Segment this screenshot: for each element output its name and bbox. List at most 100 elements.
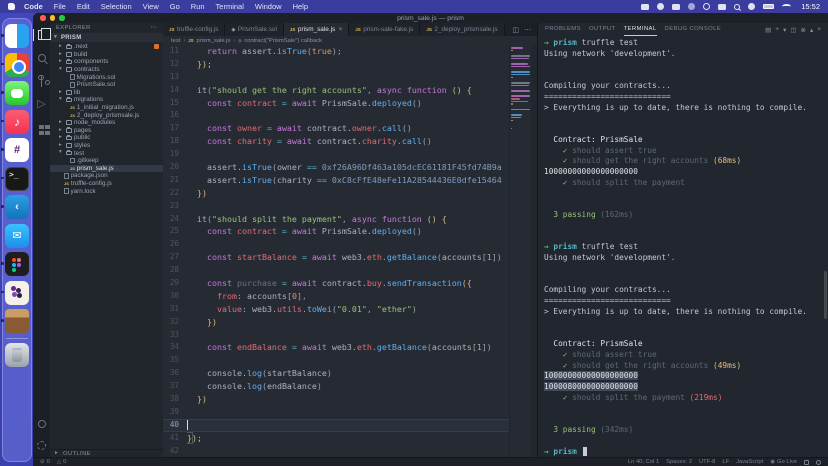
tab-2-deploy-prismsale-js[interactable]: JS2_deploy_prismsale.js xyxy=(420,23,504,36)
terminal-output[interactable]: → prism truffle testUsing network 'devel… xyxy=(538,36,828,457)
menu-item-help[interactable]: Help xyxy=(293,2,308,11)
extensions-icon[interactable] xyxy=(36,121,48,133)
code-line-21[interactable]: 21 assert.isTrue(charity == 0xC8cFfE48eF… xyxy=(163,174,509,187)
dock-item-slack[interactable] xyxy=(5,138,29,162)
code-line-25[interactable]: 25 const contract = await PrismSale.depl… xyxy=(163,225,509,238)
tree-item-package-json[interactable]: package.json xyxy=(50,172,163,180)
dock-item-chrome[interactable] xyxy=(5,53,29,77)
menu-item-run[interactable]: Run xyxy=(191,2,205,11)
editor-scrollbar[interactable] xyxy=(531,45,537,457)
code-line-39[interactable]: 39 xyxy=(163,406,509,419)
tree-item-public[interactable]: ▸public xyxy=(50,134,163,142)
code-line-42[interactable]: 42 xyxy=(163,445,509,457)
outline-section[interactable]: ▸ OUTLINE xyxy=(50,449,163,457)
search-icon[interactable] xyxy=(36,52,48,64)
tree-item-prism-sale-js[interactable]: JSprism_sale.js xyxy=(50,165,163,173)
globe-icon[interactable] xyxy=(657,3,664,10)
menu-item-edit[interactable]: Edit xyxy=(77,2,90,11)
tree-item-migrations[interactable]: ▾migrations xyxy=(50,96,163,104)
code-line-27[interactable]: 27 const startBalance = await web3.eth.g… xyxy=(163,251,509,264)
code-line-22[interactable]: 22 }) xyxy=(163,187,509,200)
tree-item-yarn-lock[interactable]: yarn.lock xyxy=(50,187,163,195)
tree-item-build[interactable]: ▸build xyxy=(50,51,163,59)
moon-icon[interactable] xyxy=(748,3,755,10)
tree-item-styles[interactable]: ▸styles xyxy=(50,142,163,150)
code-line-15[interactable]: 15 const contract = await PrismSale.depl… xyxy=(163,97,509,110)
tab-truffle-config-js[interactable]: JStruffle-config.js xyxy=(163,23,225,36)
chat-icon[interactable] xyxy=(718,4,726,10)
status-ln-40-col-1[interactable]: Ln 40, Col 1 xyxy=(628,459,659,465)
close-tab-icon[interactable]: × xyxy=(339,27,343,33)
code-line-41[interactable]: 41}); xyxy=(163,432,509,445)
status-lf[interactable]: LF xyxy=(722,459,729,465)
dropdown-icon[interactable]: ▾ xyxy=(783,26,786,34)
status-spaces-2[interactable]: Spaces: 2 xyxy=(666,459,692,465)
window-titlebar[interactable]: prism_sale.js — prism xyxy=(33,13,828,23)
tree-item-prismsale-sol[interactable]: PrismSale.sol xyxy=(50,81,163,89)
tree-item-gitkeep[interactable]: .gitkeep xyxy=(50,157,163,165)
breadcrumb-item-test[interactable]: test xyxy=(171,38,180,44)
code-line-29[interactable]: 29 const purchase = await contract.buy.s… xyxy=(163,277,509,290)
apple-icon[interactable] xyxy=(8,3,15,10)
menu-clock[interactable]: 15:52 xyxy=(801,2,820,11)
menu-item-terminal[interactable]: Terminal xyxy=(216,2,244,11)
code-line-17[interactable]: 17 const owner = await contract.owner.ca… xyxy=(163,122,509,135)
code-line-23[interactable]: 23 xyxy=(163,200,509,213)
code-line-38[interactable]: 38 }) xyxy=(163,393,509,406)
split-terminal-icon[interactable]: ◫ xyxy=(790,26,796,34)
breadcrumb-item-prism-sale-js[interactable]: prism_sale.js xyxy=(197,38,231,44)
tree-item-components[interactable]: ▸components xyxy=(50,58,163,66)
menu-item-view[interactable]: View xyxy=(143,2,159,11)
focus-icon[interactable] xyxy=(703,3,710,10)
code-line-40[interactable]: 40 xyxy=(163,419,509,432)
dock-item-figma[interactable] xyxy=(5,252,29,276)
layout-icon[interactable] xyxy=(804,460,809,465)
status-go-live[interactable]: ◉Go Live xyxy=(770,459,797,465)
bell-icon[interactable] xyxy=(816,460,821,465)
keyboard-icon[interactable] xyxy=(672,4,680,10)
terminal-scrollbar[interactable] xyxy=(824,271,827,319)
more-actions-icon[interactable]: ⋯ xyxy=(524,26,531,34)
panel-tab-terminal[interactable]: TERMINAL xyxy=(624,23,657,36)
explorer-icon[interactable] xyxy=(36,29,48,41)
tab-prism-sale-js[interactable]: JSprism_sale.js× xyxy=(284,23,349,36)
close-panel-icon[interactable]: × xyxy=(817,26,821,33)
code-line-20[interactable]: 20 assert.isTrue(owner == 0xf26A96Df463a… xyxy=(163,161,509,174)
more-actions-icon[interactable]: ⋯ xyxy=(151,25,157,31)
tree-item-lib[interactable]: ▸lib xyxy=(50,89,163,97)
dock-item-app[interactable] xyxy=(5,281,29,305)
tree-item-2-deploy-prismsale-js[interactable]: JS2_deploy_prismsale.js xyxy=(50,111,163,119)
code-line-16[interactable]: 16 xyxy=(163,109,509,122)
dock-item-minecraft[interactable] xyxy=(5,309,29,333)
status-warnings[interactable]: △0 xyxy=(57,459,66,465)
menu-item-window[interactable]: Window xyxy=(255,2,282,11)
menu-item-file[interactable]: File xyxy=(54,2,66,11)
menu-item-selection[interactable]: Selection xyxy=(101,2,132,11)
dock-item-vs-code[interactable]: ‹ xyxy=(5,195,29,219)
menu-item-go[interactable]: Go xyxy=(170,2,180,11)
code-line-34[interactable]: 34 const endBalance = await web3.eth.get… xyxy=(163,341,509,354)
dock-item-terminal[interactable]: >_ xyxy=(5,167,29,191)
code-line-37[interactable]: 37 console.log(endBalance) xyxy=(163,380,509,393)
tree-item-node-modules[interactable]: ▸node_modules xyxy=(50,119,163,127)
panel-tab-output[interactable]: OUTPUT xyxy=(589,23,616,36)
tree-item-contracts[interactable]: ▾contracts xyxy=(50,66,163,74)
editor[interactable]: 11 return assert.isTrue(true);12 });1314… xyxy=(163,45,537,457)
tree-item-test[interactable]: ▾test xyxy=(50,149,163,157)
wifi-icon[interactable] xyxy=(782,4,791,9)
split-editor-icon[interactable]: ◫ xyxy=(512,26,519,34)
status-errors[interactable]: ⊘0 xyxy=(40,459,50,465)
panel-tab-problems[interactable]: PROBLEMS xyxy=(545,23,581,36)
code-line-33[interactable]: 33 xyxy=(163,329,509,342)
dock-item-finder[interactable] xyxy=(5,24,29,48)
status-utf-8[interactable]: UTF-8 xyxy=(699,459,715,465)
code-line-31[interactable]: 31 value: web3.utils.toWei("0.01", "ethe… xyxy=(163,303,509,316)
tree-item-migrations-sol[interactable]: Migrations.sol xyxy=(50,73,163,81)
code-line-26[interactable]: 26 xyxy=(163,238,509,251)
account-icon[interactable] xyxy=(36,418,48,430)
project-root-row[interactable]: ▾ PRISM xyxy=(50,33,163,42)
dock-item-messages[interactable] xyxy=(5,81,29,105)
record-icon[interactable] xyxy=(688,3,695,10)
settings-gear-icon[interactable] xyxy=(36,439,48,451)
code-line-30[interactable]: 30 from: accounts[0], xyxy=(163,290,509,303)
